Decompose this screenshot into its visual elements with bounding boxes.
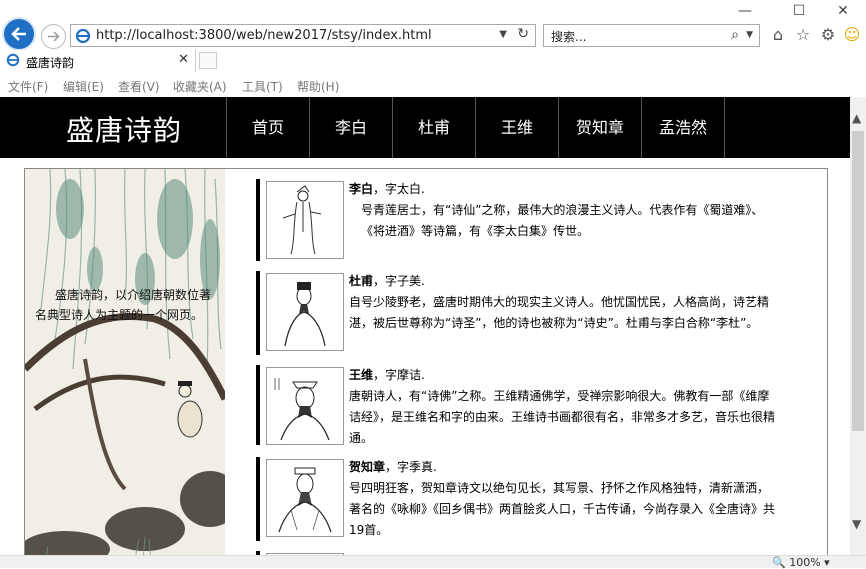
poet-description: 唐朝诗人，有“诗佛”之称。王维精通佛学，受禅宗影响很大。佛教有一部《维摩诘经》，… — [349, 389, 776, 445]
poet-courtesy: ，字子美. — [373, 274, 425, 288]
willow-painting — [25, 169, 225, 555]
menu-file[interactable]: 文件(F) — [8, 78, 48, 95]
vertical-scrollbar[interactable]: ▲ ▼ — [850, 97, 866, 555]
minimize-icon[interactable]: — — [722, 0, 768, 22]
menu-favorites[interactable]: 收藏夹(A) — [173, 78, 227, 95]
ie-icon — [75, 28, 91, 44]
poet-card-hezhizhang: 贺知章，字季真. 号四明狂客，贺知章诗文以绝句见长，其写景、抒怀之作风格独特，清… — [256, 457, 816, 541]
forward-button[interactable] — [41, 24, 66, 49]
poet-card-wangwei: 王维，字摩诘. 唐朝诗人，有“诗佛”之称。王维精通佛学，受禅宗影响很大。佛教有一… — [256, 365, 816, 445]
refresh-icon[interactable]: ↻ — [517, 26, 529, 42]
menu-help[interactable]: 帮助(H) — [297, 78, 339, 95]
dropdown-icon[interactable]: ▼ — [499, 29, 507, 40]
portrait-libai-drawing — [282, 185, 322, 255]
scroll-thumb[interactable] — [852, 131, 864, 431]
new-tab-button[interactable] — [199, 52, 217, 69]
settings-gear-icon[interactable]: ⚙ — [818, 25, 838, 45]
home-icon[interactable]: ⌂ — [768, 25, 788, 45]
arrow-right-icon — [48, 31, 60, 42]
poet-text-wangwei: 王维，字摩诘. 唐朝诗人，有“诗佛”之称。王维精通佛学，受禅宗影响很大。佛教有一… — [349, 365, 779, 449]
site-intro: 盛唐诗韵，以介绍唐朝数位著名典型诗人为主题的一个网页。 — [35, 288, 212, 322]
portrait-wangwei — [266, 367, 344, 445]
poet-description: 号青莲居士，有“诗仙”之称，最伟大的浪漫主义诗人。代表作有《蜀道难》、《将进酒》… — [361, 203, 764, 238]
poet-courtesy: ，字太白. — [373, 182, 425, 196]
close-icon[interactable]: ✕ — [820, 0, 866, 22]
tab-close-icon[interactable]: ✕ — [178, 52, 189, 67]
search-icon[interactable]: ⌕ — [731, 27, 739, 43]
accent-bar — [256, 457, 260, 541]
nav-hezhizhang[interactable]: 贺知章 — [558, 97, 641, 158]
portrait-dufu-drawing — [284, 282, 326, 347]
poet-name: 贺知章 — [349, 460, 386, 474]
zoom-level[interactable]: 🔍 100% ▾ — [772, 556, 830, 569]
side-painting-panel: 盛唐诗韵，以介绍唐朝数位著名典型诗人为主题的一个网页。 — [25, 169, 225, 555]
search-placeholder: 搜索... — [551, 30, 587, 44]
page-viewport: 盛唐诗韵 首页 李白 杜甫 王维 贺知章 孟浩然 盛唐诗韵，以介绍唐朝数位著名典… — [0, 97, 850, 555]
smiley-feedback-icon[interactable]: ☺ — [842, 25, 862, 45]
status-bar: 🔍 100% ▾ — [0, 555, 866, 569]
favorites-star-icon[interactable]: ☆ — [793, 25, 813, 45]
menu-edit[interactable]: 编辑(E) — [63, 78, 104, 95]
accent-bar — [256, 271, 260, 355]
poet-courtesy: ，字摩诘. — [373, 368, 425, 382]
poet-description: 自号少陵野老，盛唐时期伟大的现实主义诗人。他忧国忧民，人格高尚，诗艺精湛，被后世… — [349, 295, 770, 330]
tab-strip: 盛唐诗韵 ✕ — [0, 50, 866, 72]
url-text: http://localhost:3800/web/new2017/stsy/i… — [96, 28, 432, 43]
nav-home[interactable]: 首页 — [226, 97, 309, 158]
window-title-bar: — ☐ ✕ — [0, 0, 866, 22]
poet-description: 号四明狂客，贺知章诗文以绝句见长，其写景、抒怀之作风格独特，清新潇洒，著名的《咏… — [349, 481, 776, 537]
poet-card-libai: 李白，字太白. 号青莲居士，有“诗仙”之称，最伟大的浪漫主义诗人。代表作有《蜀道… — [256, 179, 816, 261]
scroll-down-icon[interactable]: ▼ — [852, 517, 861, 531]
poet-name: 李白 — [349, 182, 374, 196]
poet-text-libai: 李白，字太白. 号青莲居士，有“诗仙”之称，最伟大的浪漫主义诗人。代表作有《蜀道… — [349, 179, 779, 242]
zoom-value: 100% — [789, 556, 821, 569]
nav-dufu[interactable]: 杜甫 — [392, 97, 475, 158]
poet-name: 王维 — [349, 368, 374, 382]
site-logo[interactable]: 盛唐诗韵 — [66, 109, 182, 149]
portrait-libai — [266, 181, 344, 259]
site-header: 盛唐诗韵 首页 李白 杜甫 王维 贺知章 孟浩然 — [0, 97, 850, 158]
maximize-icon[interactable]: ☐ — [776, 0, 822, 22]
arrow-left-icon — [11, 27, 26, 41]
portrait-hezhizhang-drawing — [278, 467, 332, 533]
menu-bar: 文件(F) 编辑(E) 查看(V) 收藏夹(A) 工具(T) 帮助(H) — [0, 76, 866, 96]
menu-tools[interactable]: 工具(T) — [242, 78, 283, 95]
nav-wangwei[interactable]: 王维 — [475, 97, 558, 158]
poet-text-dufu: 杜甫，字子美. 自号少陵野老，盛唐时期伟大的现实主义诗人。他忧国忧民，人格高尚，… — [349, 271, 779, 334]
accent-bar — [256, 365, 260, 445]
portrait-dufu — [266, 273, 344, 351]
portrait-wangwei-drawing — [274, 378, 330, 441]
poet-courtesy: ，字季真. — [385, 460, 437, 474]
accent-bar — [256, 179, 260, 261]
back-button[interactable] — [2, 17, 36, 51]
search-box[interactable]: 搜索... ⌕ ▼ — [543, 24, 760, 47]
search-dropdown-icon[interactable]: ▼ — [746, 30, 753, 40]
scroll-up-icon[interactable]: ▲ — [852, 111, 861, 125]
address-bar[interactable]: http://localhost:3800/web/new2017/stsy/i… — [70, 24, 536, 47]
tab-active[interactable]: 盛唐诗韵 ✕ — [0, 50, 196, 72]
portrait-hezhizhang — [266, 459, 344, 537]
poet-text-hezhizhang: 贺知章，字季真. 号四明狂客，贺知章诗文以绝句见长，其写景、抒怀之作风格独特，清… — [349, 457, 779, 541]
content-container: 盛唐诗韵，以介绍唐朝数位著名典型诗人为主题的一个网页。 李白，字太白. 号青莲居… — [24, 168, 828, 555]
menu-view[interactable]: 查看(V) — [118, 78, 160, 95]
ie-tab-icon — [6, 53, 20, 67]
poet-name: 杜甫 — [349, 274, 374, 288]
nav-libai[interactable]: 李白 — [309, 97, 392, 158]
poet-card-dufu: 杜甫，字子美. 自号少陵野老，盛唐时期伟大的现实主义诗人。他忧国忧民，人格高尚，… — [256, 271, 816, 355]
nav-menghaoran[interactable]: 孟浩然 — [641, 97, 725, 158]
tab-title: 盛唐诗韵 — [26, 56, 75, 70]
